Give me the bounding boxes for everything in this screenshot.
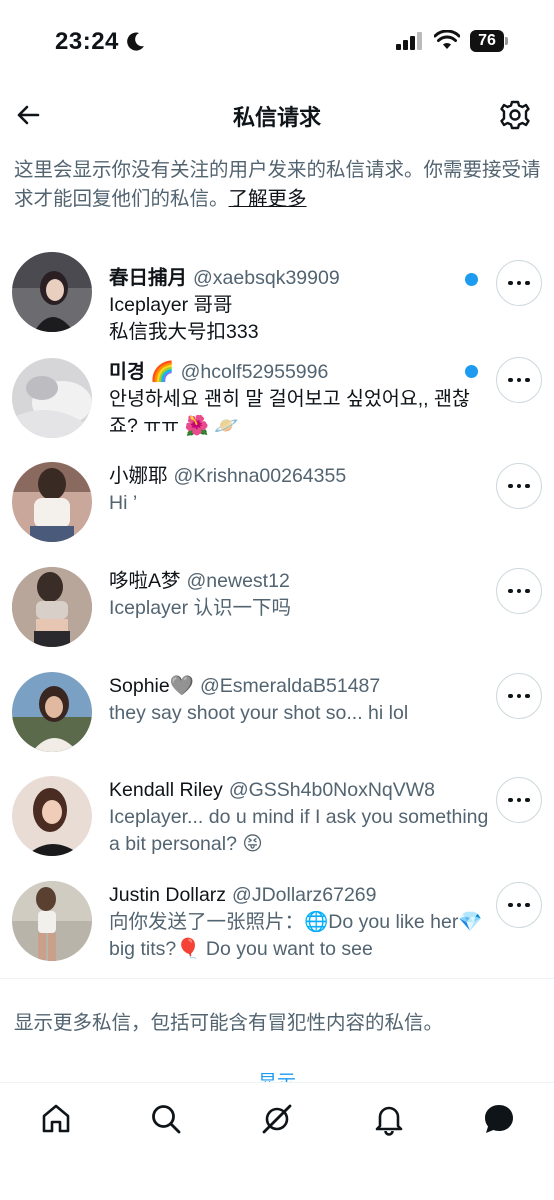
sender-name: 小娜耶 [109,465,168,487]
grok-icon [262,1104,292,1134]
message-preview: Hi ’ [109,492,138,514]
search-icon [152,1105,181,1134]
status-bar: 23:24 76 [0,0,554,82]
sender-handle: @GSSh4b0NoxNqVW8 [228,779,436,801]
more-options-button[interactable] [496,777,542,823]
sender-handle: @EsmeraldaB51487 [200,675,381,697]
sender-handle: @JDollarz67269 [232,884,377,906]
message-preview: Iceplayer 哥哥 私信我大号扣333 [109,294,259,343]
nav-search[interactable] [148,1101,184,1137]
nav-grok[interactable] [259,1101,295,1137]
sender-handle: @Krishna00264355 [173,465,347,487]
page-title: 私信请求 [232,105,321,130]
more-options-button[interactable] [496,260,542,306]
bottom-navigation [0,1082,554,1200]
avatar[interactable] [12,252,92,332]
request-content: 春日捕月 @xaebsqk39909 Iceplayer 哥哥 私信我大号扣333 [109,264,489,346]
show-more-description: 显示更多私信，包括可能含有冒犯性内容的私信。 [14,1012,444,1034]
nav-notifications[interactable] [371,1101,407,1137]
notifications-icon [375,1106,403,1136]
avatar[interactable] [12,462,92,542]
message-preview: Iceplayer... do u mind if I ask you some… [109,806,489,855]
battery-level: 76 [470,30,504,52]
message-preview: Iceplayer 认识一下吗 [109,597,292,619]
request-content: Sophie🩶 @EsmeraldaB51487 they say shoot y… [109,672,489,727]
header: 私信请求 [0,88,554,142]
request-content: 미경 🌈 @hcolf52955996 안녕하세요 괜히 말 걸어보고 싶었어요,… [109,358,489,440]
more-options-button[interactable] [496,463,542,509]
home-icon [42,1104,70,1133]
sender-name: Sophie🩶 [109,675,194,697]
request-content: Justin Dollarz @JDollarz67269 向你发送了一张照片：🌐… [109,881,489,963]
avatar[interactable] [12,358,92,438]
more-options-button[interactable] [496,882,542,928]
sender-handle: @hcolf52955996 [180,361,329,383]
show-more-link[interactable]: 显示 [258,1072,296,1082]
message-preview: 안녕하세요 괜히 말 걸어보고 싶었어요,, 괜찮죠? ㅠㅠ 🌺 🪐 [109,388,470,437]
learn-more-link[interactable]: 了解更多 [229,188,307,210]
avatar[interactable] [12,881,92,961]
battery-icon: 76 [470,30,510,52]
sender-name: Justin Dollarz [109,884,227,906]
avatar[interactable] [12,672,92,752]
sender-handle: @xaebsqk39909 [193,267,340,289]
more-options-button[interactable] [496,568,542,614]
request-content: 小娜耶 @Krishna00264355 Hi ’ [109,462,489,517]
status-time: 23:24 [55,28,119,55]
message-preview: they say shoot your shot so... hi lol [109,702,409,724]
sender-name: 미경 🌈 [109,361,175,383]
avatar[interactable] [12,567,92,647]
more-options-button[interactable] [496,673,542,719]
nav-home[interactable] [38,1101,74,1137]
nav-messages[interactable] [481,1101,517,1137]
sender-name: Kendall Riley [109,779,223,801]
intro-text: 这里会显示你没有关注的用户发来的私信请求。你需要接受请求才能回复他们的私信。了解… [14,156,542,214]
divider [0,978,554,979]
avatar[interactable] [12,776,92,856]
unread-indicator [465,273,478,286]
request-content: Kendall Riley @GSSh4b0NoxNqVW8 Iceplayer.… [109,776,489,858]
wifi-icon [434,30,460,49]
message-preview: 向你发送了一张照片：🌐Do you like her💎 big tits?🎈 D… [109,911,483,960]
settings-gear-icon[interactable] [498,98,532,132]
moon-icon [127,32,144,51]
messages-icon [485,1105,513,1133]
sender-handle: @newest12 [186,570,290,592]
cellular-signal-icon [396,32,422,50]
sender-name: 哆啦A梦 [109,570,181,592]
more-options-button[interactable] [496,357,542,403]
request-content: 哆啦A梦 @newest12 Iceplayer 认识一下吗 [109,567,489,622]
unread-indicator [465,365,478,378]
sender-name: 春日捕月 [109,267,188,289]
